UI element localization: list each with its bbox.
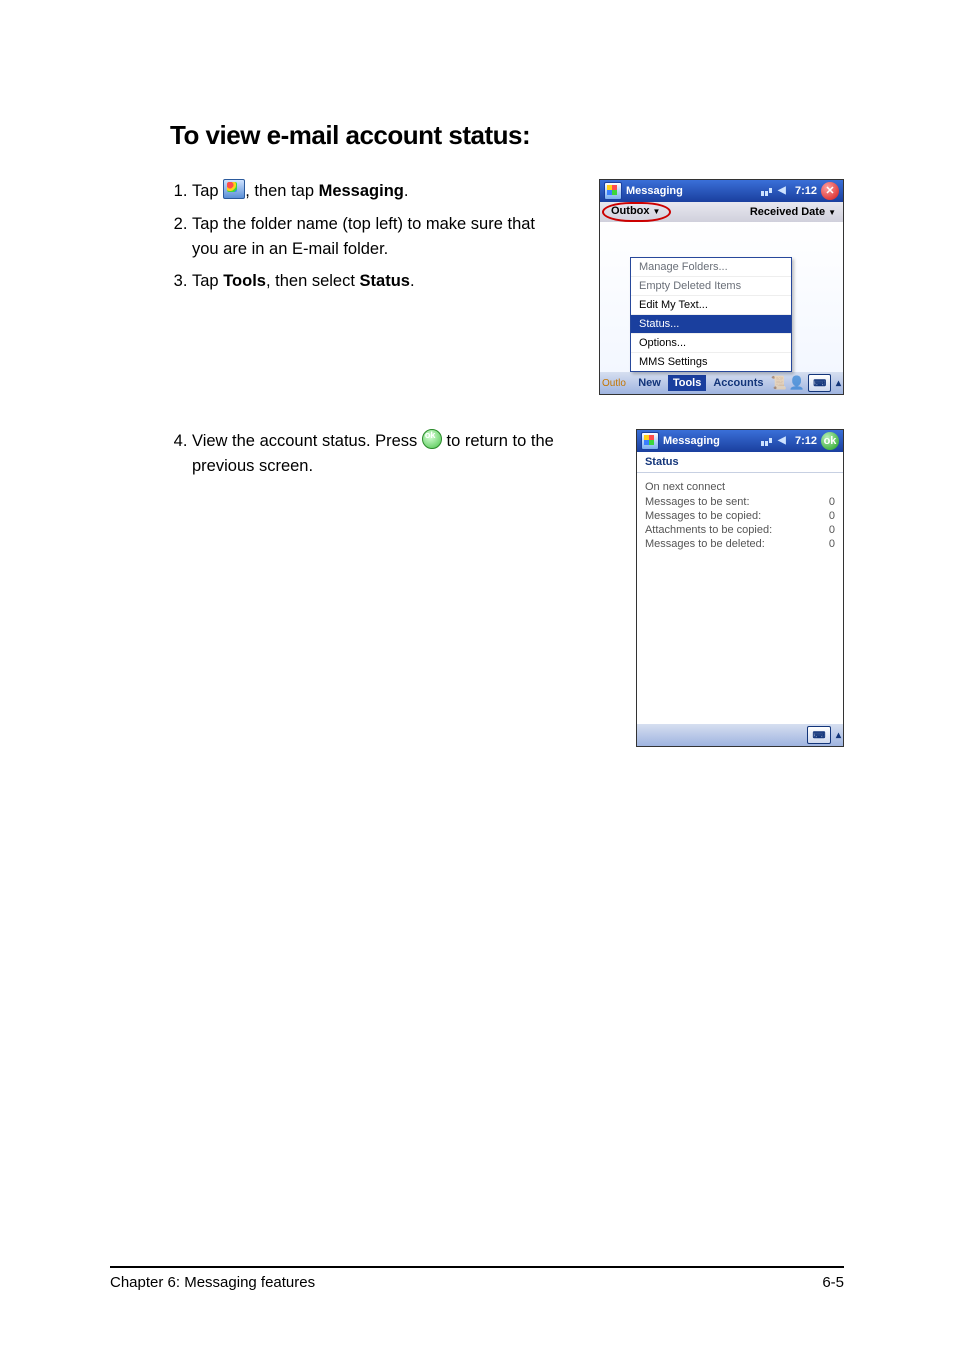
sound-icon bbox=[778, 434, 792, 448]
keyboard-icon[interactable]: ⌨ bbox=[808, 374, 830, 392]
contact-icon[interactable] bbox=[788, 375, 804, 391]
sort-dropdown[interactable]: Received Date ▼ bbox=[749, 205, 837, 219]
folder-name: Outbox bbox=[611, 205, 650, 217]
status-row: Messages to be sent: 0 bbox=[645, 495, 835, 509]
step1-text-d: . bbox=[404, 182, 409, 200]
status-heading: Status bbox=[637, 452, 843, 473]
menu-new[interactable]: New bbox=[633, 375, 666, 391]
app-title: Messaging bbox=[626, 185, 683, 197]
title-bar: Messaging 7:12 ok bbox=[637, 430, 843, 452]
start-flag-icon[interactable] bbox=[641, 432, 659, 450]
menu-item-status[interactable]: Status... bbox=[631, 314, 791, 333]
status-row-value: 0 bbox=[829, 510, 835, 522]
step-4: View the account status. Press to return… bbox=[192, 429, 602, 479]
start-icon bbox=[223, 179, 245, 199]
status-row-label: Messages to be copied: bbox=[645, 510, 761, 522]
step3-bold-status: Status bbox=[360, 272, 410, 290]
scroll-icon[interactable] bbox=[770, 375, 786, 391]
signal-icon bbox=[761, 184, 775, 198]
step1-text-b: , then tap bbox=[245, 182, 318, 200]
clock-time: 7:12 bbox=[795, 185, 817, 197]
sort-label: Received Date bbox=[750, 206, 825, 218]
keyboard-icon[interactable]: ⌨ bbox=[807, 726, 831, 744]
step1-text-a: Tap bbox=[192, 182, 223, 200]
footer-chapter: Chapter 6: Messaging features bbox=[110, 1274, 315, 1291]
menu-item-manage-folders[interactable]: Manage Folders... bbox=[631, 258, 791, 276]
status-row: Messages to be copied: 0 bbox=[645, 509, 835, 523]
status-panel: On next connect Messages to be sent: 0 M… bbox=[637, 473, 843, 724]
step-2: Tap the folder name (top left) to make s… bbox=[192, 212, 565, 262]
step4-text-a: View the account status. Press bbox=[192, 432, 422, 450]
step-1: Tap , then tap Messaging. bbox=[192, 179, 565, 204]
folder-dropdown-highlight: Outbox ▼ bbox=[602, 202, 671, 222]
status-row: Messages to be deleted: 0 bbox=[645, 537, 835, 551]
ok-button-icon[interactable]: ok bbox=[821, 432, 839, 450]
menu-item-options[interactable]: Options... bbox=[631, 333, 791, 352]
sound-icon bbox=[778, 184, 792, 198]
status-row-label: Attachments to be copied: bbox=[645, 524, 772, 536]
step3-text-c: , then select bbox=[266, 272, 360, 290]
menu-tools[interactable]: Tools bbox=[668, 375, 707, 391]
account-indicator: Outlo bbox=[602, 376, 631, 391]
sip-up-icon[interactable]: ▴ bbox=[833, 378, 841, 389]
step1-bold: Messaging bbox=[319, 182, 404, 200]
start-flag-icon[interactable] bbox=[604, 182, 622, 200]
folder-dropdown[interactable]: Outbox ▼ bbox=[610, 204, 661, 218]
status-row: Attachments to be copied: 0 bbox=[645, 523, 835, 537]
step3-text-e: . bbox=[410, 272, 415, 290]
status-row-value: 0 bbox=[829, 524, 835, 536]
menu-item-mms-settings[interactable]: MMS Settings bbox=[631, 352, 791, 371]
close-icon[interactable]: ✕ bbox=[821, 182, 839, 200]
status-row-value: 0 bbox=[829, 538, 835, 550]
menu-item-edit-my-text[interactable]: Edit My Text... bbox=[631, 295, 791, 314]
screenshot-messaging-tools-menu: Messaging 7:12 ✕ Outbox ▼ Received Date … bbox=[599, 179, 844, 395]
bottom-menu-bar: ⌨ ▴ bbox=[637, 724, 843, 746]
status-row-label: Messages to be sent: bbox=[645, 496, 750, 508]
footer-page-number: 6-5 bbox=[822, 1274, 844, 1291]
screenshot-messaging-status: Messaging 7:12 ok Status On next connect… bbox=[636, 429, 844, 747]
chevron-down-icon: ▼ bbox=[653, 207, 661, 216]
step3-text-a: Tap bbox=[192, 272, 223, 290]
folder-bar: Outbox ▼ Received Date ▼ bbox=[600, 202, 843, 222]
sip-up-icon[interactable]: ▴ bbox=[833, 730, 841, 741]
signal-icon bbox=[761, 434, 775, 448]
menu-item-empty-deleted[interactable]: Empty Deleted Items bbox=[631, 276, 791, 295]
menu-accounts[interactable]: Accounts bbox=[708, 375, 768, 391]
chevron-down-icon: ▼ bbox=[828, 208, 836, 217]
status-row-value: 0 bbox=[829, 496, 835, 508]
ok-icon bbox=[422, 429, 442, 449]
step3-bold-tools: Tools bbox=[223, 272, 266, 290]
status-row-label: Messages to be deleted: bbox=[645, 538, 765, 550]
page-footer: Chapter 6: Messaging features 6-5 bbox=[110, 1266, 844, 1291]
clock-time: 7:12 bbox=[795, 435, 817, 447]
title-bar: Messaging 7:12 ✕ bbox=[600, 180, 843, 202]
step-3: Tap Tools, then select Status. bbox=[192, 269, 565, 294]
app-title: Messaging bbox=[663, 435, 720, 447]
bottom-menu-bar: Outlo New Tools Accounts ⌨ ▴ bbox=[600, 372, 843, 394]
section-title: To view e-mail account status: bbox=[170, 120, 844, 151]
status-subheading: On next connect bbox=[645, 481, 835, 495]
tools-menu-popup: Manage Folders... Empty Deleted Items Ed… bbox=[630, 257, 792, 372]
